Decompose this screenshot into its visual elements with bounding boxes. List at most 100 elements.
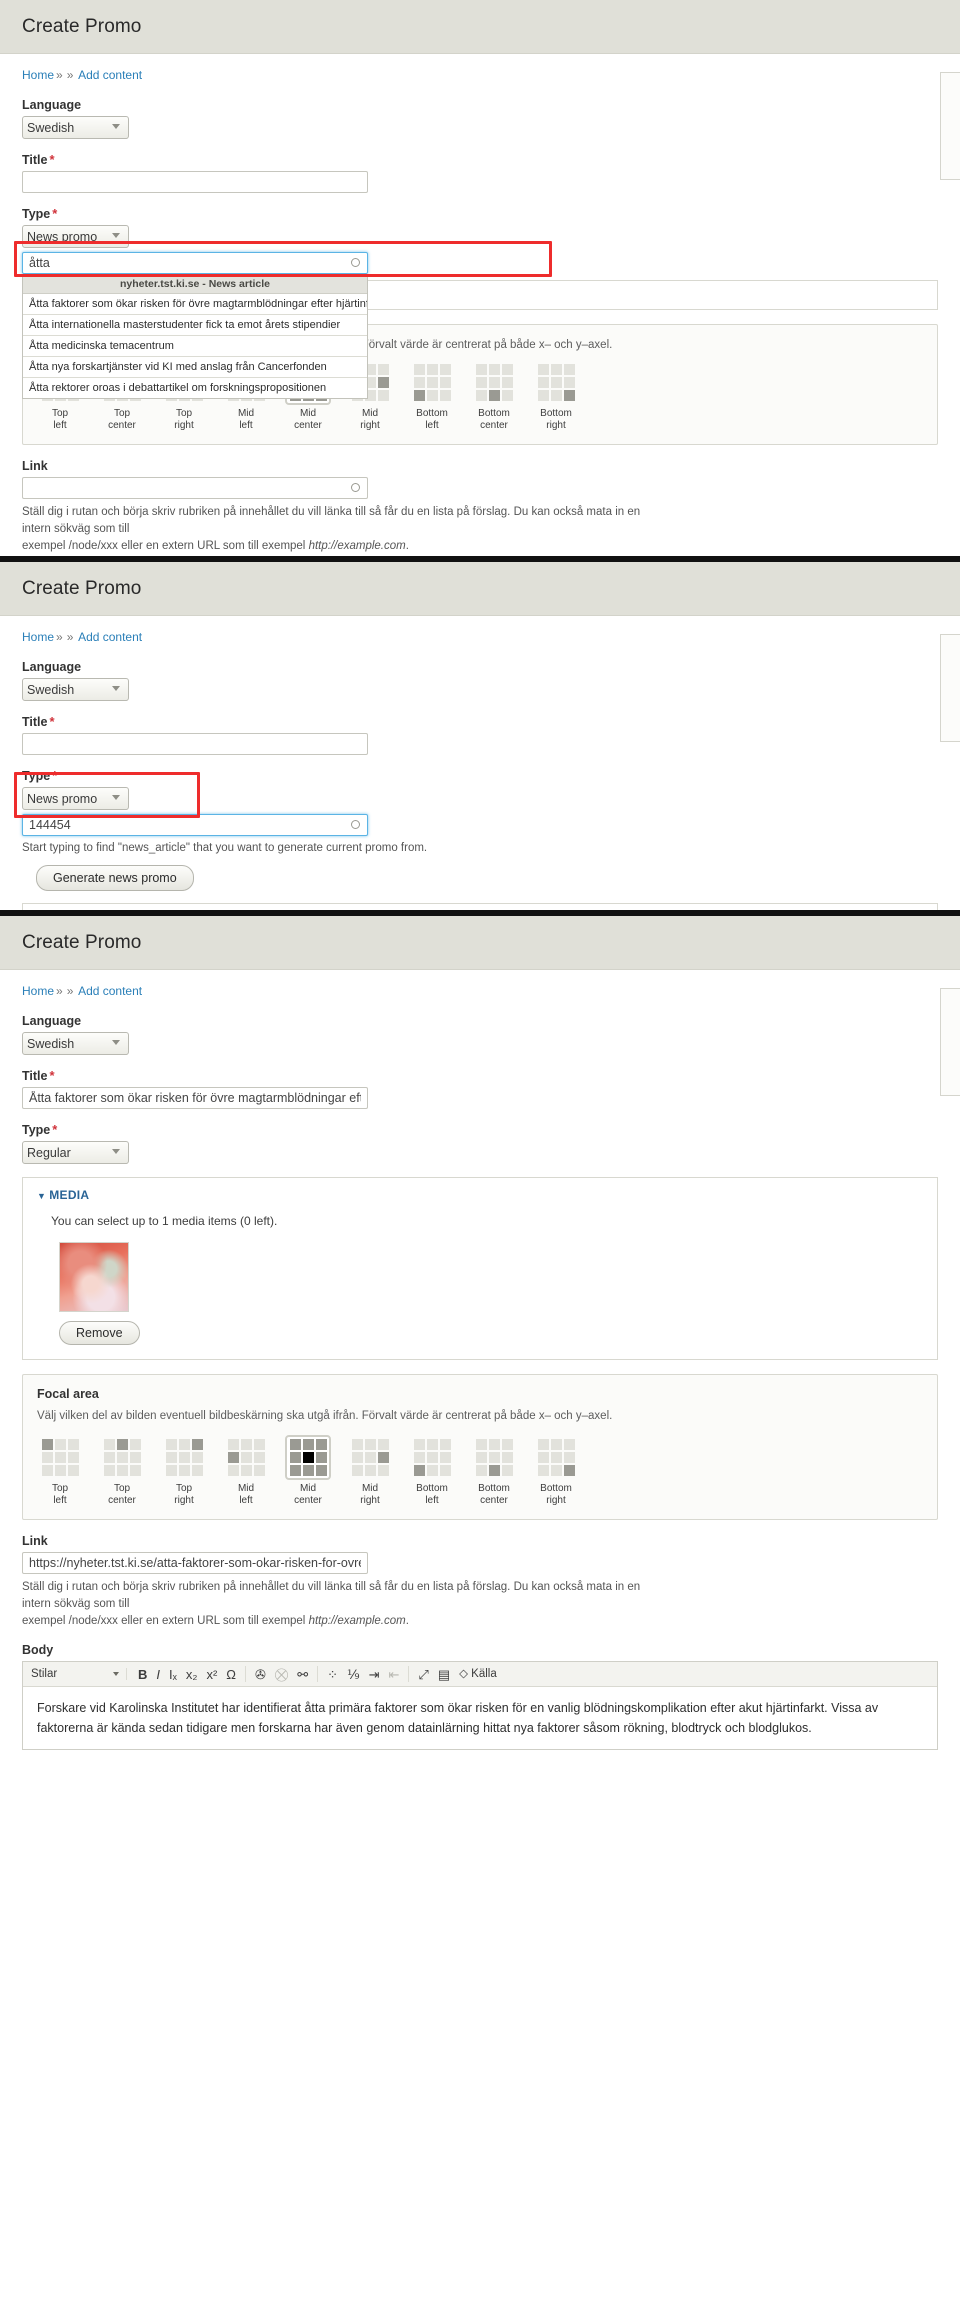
focal-area-option-4[interactable]: Mid center [285, 1434, 331, 1507]
link-field: Link Ställ dig i rutan och börja skriv r… [22, 459, 938, 556]
source-icon[interactable]: ◇ Källa [459, 1668, 497, 1681]
title-input[interactable] [22, 1087, 368, 1109]
remove-format-icon[interactable]: Iₓ [169, 1668, 177, 1681]
focal-grid-5[interactable] [349, 1437, 391, 1478]
breadcrumb-add-content[interactable]: Add content [78, 68, 142, 82]
title-input[interactable] [22, 171, 368, 193]
link-help-text: Ställ dig i rutan och börja skriv rubrik… [22, 505, 641, 553]
superscript-icon[interactable]: x² [206, 1668, 217, 1681]
italic-icon[interactable]: I [156, 1668, 160, 1681]
language-select[interactable]: Swedish [22, 678, 129, 701]
autocomplete-help-text: Start typing to find "news_article" that… [22, 842, 428, 854]
focal-grid-7[interactable] [473, 1437, 515, 1478]
focal-grid-cell [537, 363, 549, 375]
focal-grid-cell [103, 1451, 115, 1463]
remove-media-button[interactable]: Remove [59, 1321, 140, 1345]
focal-grid-cell [351, 1438, 363, 1450]
list-item[interactable]: Åtta faktorer som ökar risken för övre m… [23, 294, 367, 315]
focal-area-option-8[interactable]: Bottom right [535, 362, 577, 432]
focal-grid-0[interactable] [39, 1437, 81, 1478]
focal-grid-cell [550, 376, 562, 388]
language-select[interactable]: Swedish [22, 116, 129, 139]
focal-area-option-1[interactable]: Top center [101, 1437, 143, 1507]
focal-grid-cell [67, 1451, 79, 1463]
focal-grid-cell [413, 363, 425, 375]
focal-grid-8[interactable] [535, 362, 577, 403]
language-select[interactable]: Swedish [22, 1032, 129, 1055]
page-title: Create Promo [22, 577, 142, 599]
subscript-icon[interactable]: x₂ [186, 1668, 198, 1681]
focal-grid-cell [240, 1464, 252, 1476]
focal-grid-cell [116, 1451, 128, 1463]
anchor-icon[interactable]: ⚯ [297, 1668, 308, 1681]
breadcrumb-add-content[interactable]: Add content [78, 630, 142, 644]
breadcrumb-home[interactable]: Home [22, 984, 54, 998]
styles-dropdown[interactable]: Stilar [31, 1668, 127, 1681]
breadcrumb-home[interactable]: Home [22, 630, 54, 644]
focal-grid-cell [501, 376, 513, 388]
focal-grid-7[interactable] [473, 362, 515, 403]
link-input[interactable] [22, 1551, 368, 1574]
bold-icon[interactable]: B [138, 1668, 147, 1681]
focal-grid-3[interactable] [225, 1437, 267, 1478]
focal-grid-8[interactable] [535, 1437, 577, 1478]
media-toggle[interactable]: ▼ MEDIA [37, 1188, 923, 1202]
focal-area-fieldset: Focal area Välj vilken del av bilden eve… [22, 1374, 938, 1520]
news-article-autocomplete-input[interactable] [22, 814, 368, 836]
generate-news-promo-button[interactable]: Generate news promo [36, 865, 194, 892]
numbered-list-icon[interactable]: ⅑ [347, 1668, 360, 1681]
focal-grid-cell [178, 1451, 190, 1463]
media-thumbnail[interactable] [59, 1242, 129, 1312]
focal-grid-cell [315, 1438, 327, 1450]
focal-grid-6[interactable] [411, 1437, 453, 1478]
focal-grid-cell [67, 1464, 79, 1476]
outdent-icon[interactable]: ⇤ [389, 1668, 400, 1681]
list-item[interactable]: Åtta medicinska temacentrum [23, 336, 367, 357]
focal-area-option-label: Top left [51, 1482, 69, 1506]
show-blocks-icon[interactable]: ▤ [438, 1668, 450, 1681]
media-fieldset[interactable]: ►MEDIA [22, 903, 938, 910]
list-item[interactable]: Åtta internationella masterstudenter fic… [23, 315, 367, 336]
focal-grid-cell [364, 1451, 376, 1463]
focal-area-option-6[interactable]: Bottom left [411, 362, 453, 432]
editor-content-area[interactable]: Forskare vid Karolinska Institutet har i… [23, 1687, 937, 1749]
focal-grid-cell [227, 1438, 239, 1450]
focal-area-option-8[interactable]: Bottom right [535, 1437, 577, 1507]
focal-grid-4[interactable] [285, 1434, 331, 1480]
focal-area-option-3[interactable]: Mid left [225, 1437, 267, 1507]
focal-grid-1[interactable] [101, 1437, 143, 1478]
type-select[interactable]: Regular [22, 1141, 129, 1164]
focal-grid-cell [253, 1451, 265, 1463]
unlink-icon[interactable]: ⛒ [275, 1668, 288, 1681]
focal-area-option-7[interactable]: Bottom center [473, 362, 515, 432]
focal-area-option-6[interactable]: Bottom left [411, 1437, 453, 1507]
indent-icon[interactable]: ⇥ [369, 1668, 380, 1681]
breadcrumb-add-content[interactable]: Add content [78, 984, 142, 998]
focal-grid-cell [129, 1451, 141, 1463]
focal-grid-2[interactable] [163, 1437, 205, 1478]
focal-grid-6[interactable] [411, 362, 453, 403]
bullet-list-icon[interactable]: ⁘ [327, 1668, 338, 1681]
focal-area-option-7[interactable]: Bottom center [473, 1437, 515, 1507]
focal-grid-cell [289, 1451, 301, 1463]
list-item[interactable]: Åtta nya forskartjänster vid KI med ansl… [23, 357, 367, 378]
focal-grid-cell [501, 363, 513, 375]
focal-area-option-0[interactable]: Top left [39, 1437, 81, 1507]
list-item[interactable]: Åtta rektorer oroas i debattartikel om f… [23, 378, 367, 398]
title-input[interactable] [22, 733, 368, 755]
news-article-autocomplete-wrap: nyheter.tst.ki.se - News article Åtta fa… [22, 252, 368, 399]
link-icon[interactable]: ✇ [255, 1668, 266, 1681]
maximize-icon[interactable]: ⤢ [418, 1668, 428, 1681]
news-article-autocomplete-input[interactable] [22, 252, 368, 274]
special-char-icon[interactable]: Ω [226, 1668, 236, 1681]
type-select[interactable]: News promo [22, 787, 129, 810]
focal-grid-cell [501, 1438, 513, 1450]
focal-area-option-2[interactable]: Top right [163, 1437, 205, 1507]
link-input[interactable] [22, 476, 368, 499]
example-url: http://example.com [308, 1615, 406, 1628]
breadcrumb-home[interactable]: Home [22, 68, 54, 82]
type-select[interactable]: News promo [22, 225, 129, 248]
focal-area-option-5[interactable]: Mid right [349, 1437, 391, 1507]
focal-area-option-label: Mid right [360, 407, 380, 431]
focal-grid-cell [563, 363, 575, 375]
